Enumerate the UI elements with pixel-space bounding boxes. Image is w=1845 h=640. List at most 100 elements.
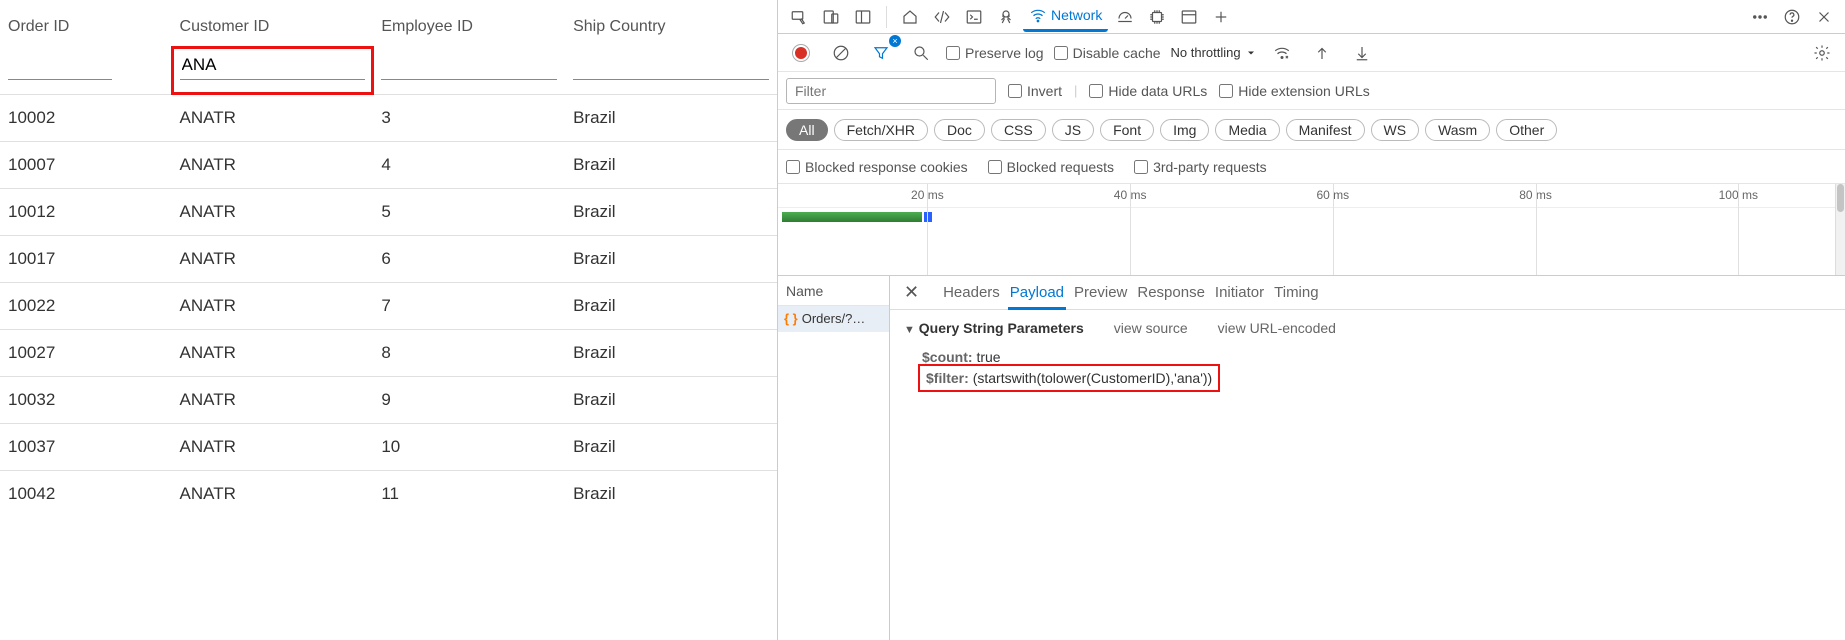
filter-employee-id[interactable] — [381, 49, 557, 80]
detail-tab-timing[interactable]: Timing — [1272, 278, 1320, 307]
filter-ship-country[interactable] — [573, 49, 769, 80]
table-row[interactable]: 10017ANATR6Brazil — [0, 235, 777, 282]
settings-gear-icon[interactable] — [1807, 38, 1837, 68]
tab-memory[interactable] — [1142, 2, 1172, 32]
hide-data-urls-checkbox[interactable]: Hide data URLs — [1089, 83, 1207, 99]
network-timeline[interactable]: 20 ms40 ms60 ms80 ms100 ms — [778, 184, 1845, 276]
cell-order-id: 10002 — [0, 94, 172, 141]
detail-tab-headers[interactable]: Headers — [941, 278, 1002, 307]
preserve-log-checkbox[interactable]: Preserve log — [946, 45, 1044, 61]
col-header-employee-id[interactable]: Employee ID — [373, 0, 565, 47]
cell-ship-country: Brazil — [565, 423, 777, 470]
type-pill-wasm[interactable]: Wasm — [1425, 119, 1490, 141]
record-button[interactable] — [786, 38, 816, 68]
detail-tab-initiator[interactable]: Initiator — [1213, 278, 1266, 307]
cell-ship-country: Brazil — [565, 235, 777, 282]
cell-ship-country: Brazil — [565, 329, 777, 376]
tab-console[interactable] — [959, 2, 989, 32]
disclosure-triangle-icon[interactable]: ▼ — [904, 324, 915, 336]
tab-performance[interactable] — [1110, 2, 1140, 32]
network-filter-row: Invert | Hide data URLs Hide extension U… — [778, 72, 1845, 110]
col-header-order-id[interactable]: Order ID — [0, 0, 172, 47]
table-row[interactable]: 10027ANATR8Brazil — [0, 329, 777, 376]
table-row[interactable]: 10012ANATR5Brazil — [0, 188, 777, 235]
cell-order-id: 10037 — [0, 423, 172, 470]
close-devtools-icon[interactable] — [1809, 2, 1839, 32]
type-pill-other[interactable]: Other — [1496, 119, 1557, 141]
col-header-ship-country[interactable]: Ship Country — [565, 0, 777, 47]
tab-sources[interactable] — [991, 2, 1021, 32]
table-row[interactable]: 10007ANATR4Brazil — [0, 141, 777, 188]
cell-customer-id: ANATR — [172, 376, 374, 423]
tab-welcome[interactable] — [895, 2, 925, 32]
third-party-checkbox[interactable]: 3rd-party requests — [1134, 159, 1267, 175]
table-row[interactable]: 10022ANATR7Brazil — [0, 282, 777, 329]
download-har-icon[interactable] — [1347, 38, 1377, 68]
detail-tab-preview[interactable]: Preview — [1072, 278, 1129, 307]
device-toggle-icon[interactable] — [816, 2, 846, 32]
cell-order-id: 10022 — [0, 282, 172, 329]
inspect-icon[interactable] — [784, 2, 814, 32]
blocked-requests-checkbox[interactable]: Blocked requests — [988, 159, 1114, 175]
cell-customer-id: ANATR — [172, 94, 374, 141]
devtools-main-tabs: Network — [778, 0, 1845, 34]
query-param: $count: true — [922, 346, 1831, 368]
type-pill-js[interactable]: JS — [1052, 119, 1094, 141]
tab-add[interactable] — [1206, 2, 1236, 32]
close-detail-icon[interactable]: ✕ — [900, 282, 923, 303]
help-icon[interactable] — [1777, 2, 1807, 32]
cell-order-id: 10042 — [0, 470, 172, 517]
filter-toggle-icon[interactable]: × — [866, 38, 896, 68]
more-icon[interactable] — [1745, 2, 1775, 32]
blocked-cookies-checkbox[interactable]: Blocked response cookies — [786, 159, 968, 175]
type-pill-all[interactable]: All — [786, 119, 828, 141]
type-pill-doc[interactable]: Doc — [934, 119, 985, 141]
request-list-header[interactable]: Name — [778, 276, 889, 306]
type-pill-css[interactable]: CSS — [991, 119, 1046, 141]
request-item[interactable]: { }Orders/?… — [778, 306, 889, 332]
tab-network-label: Network — [1051, 7, 1102, 23]
filter-input[interactable] — [786, 78, 996, 104]
network-controls: × Preserve log Disable cache No throttli… — [778, 34, 1845, 72]
tab-application[interactable] — [1174, 2, 1204, 32]
table-row[interactable]: 10032ANATR9Brazil — [0, 376, 777, 423]
tab-network[interactable]: Network — [1023, 2, 1108, 32]
clear-button[interactable] — [826, 38, 856, 68]
cell-ship-country: Brazil — [565, 470, 777, 517]
col-header-customer-id[interactable]: Customer ID — [172, 0, 374, 47]
detail-tab-response[interactable]: Response — [1135, 278, 1207, 307]
throttling-select[interactable]: No throttling — [1171, 45, 1257, 60]
hide-extension-urls-checkbox[interactable]: Hide extension URLs — [1219, 83, 1370, 99]
search-icon[interactable] — [906, 38, 936, 68]
timeline-scrollbar[interactable] — [1835, 184, 1845, 275]
cell-employee-id: 9 — [373, 376, 565, 423]
upload-har-icon[interactable] — [1307, 38, 1337, 68]
view-source-link[interactable]: view source — [1114, 320, 1188, 336]
type-pill-fetchxhr[interactable]: Fetch/XHR — [834, 119, 928, 141]
type-pill-font[interactable]: Font — [1100, 119, 1154, 141]
view-url-encoded-link[interactable]: view URL-encoded — [1218, 320, 1336, 336]
cell-customer-id: ANATR — [172, 329, 374, 376]
cell-customer-id: ANATR — [172, 423, 374, 470]
type-pill-manifest[interactable]: Manifest — [1286, 119, 1365, 141]
table-row[interactable]: 10042ANATR11Brazil — [0, 470, 777, 517]
table-row[interactable]: 10002ANATR3Brazil — [0, 94, 777, 141]
filter-badge: × — [889, 35, 901, 47]
cell-order-id: 10007 — [0, 141, 172, 188]
invert-checkbox[interactable]: Invert — [1008, 83, 1062, 99]
dock-icon[interactable] — [848, 2, 878, 32]
tab-elements[interactable] — [927, 2, 957, 32]
detail-tab-payload[interactable]: Payload — [1008, 278, 1066, 310]
type-pill-img[interactable]: Img — [1160, 119, 1209, 141]
cell-ship-country: Brazil — [565, 141, 777, 188]
query-param: $filter: (startswith(tolower(CustomerID)… — [922, 368, 1216, 388]
type-pill-media[interactable]: Media — [1215, 119, 1279, 141]
network-conditions-icon[interactable] — [1267, 38, 1297, 68]
cell-order-id: 10027 — [0, 329, 172, 376]
disable-cache-checkbox[interactable]: Disable cache — [1054, 45, 1161, 61]
table-row[interactable]: 10037ANATR10Brazil — [0, 423, 777, 470]
filter-customer-id[interactable] — [180, 49, 366, 80]
cell-ship-country: Brazil — [565, 94, 777, 141]
filter-order-id[interactable] — [8, 49, 112, 80]
type-pill-ws[interactable]: WS — [1371, 119, 1420, 141]
